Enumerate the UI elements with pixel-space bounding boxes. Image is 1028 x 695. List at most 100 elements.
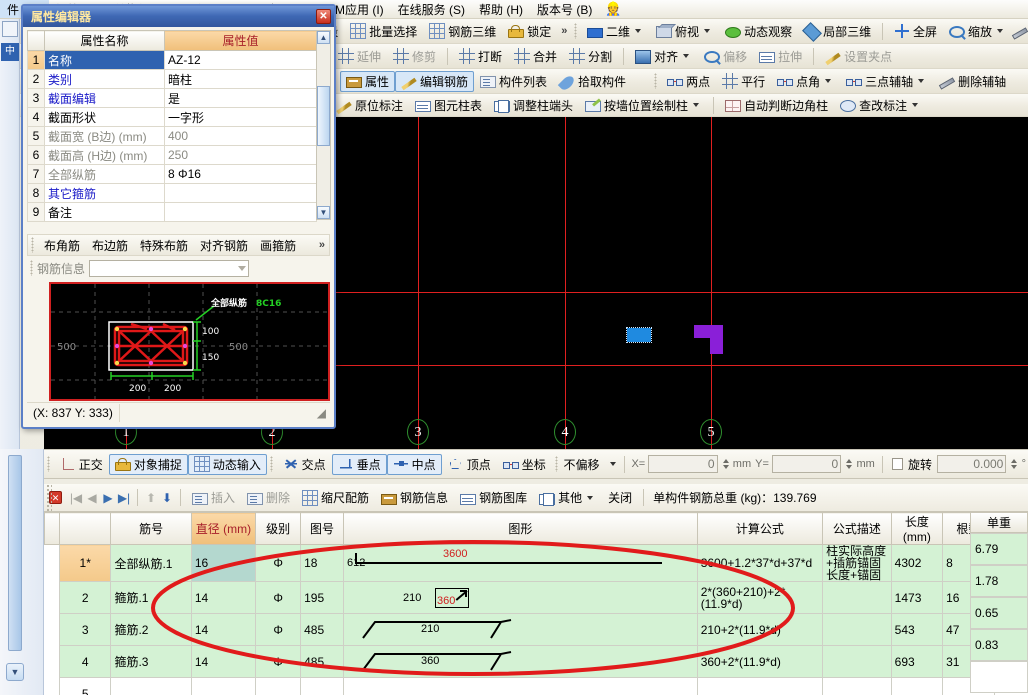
col-formula[interactable]: 计算公式 [696,512,824,545]
cell-description[interactable] [822,613,892,646]
cell-diameter[interactable]: 14 [190,645,257,678]
rebar-info-button[interactable]: 钢筋信息 [375,487,454,508]
row-number[interactable]: 4 [58,645,112,678]
property-key[interactable]: 截面形状 [44,107,165,127]
toolbar-batch-select[interactable]: 批量选择 [344,21,423,42]
x-stepper[interactable] [721,455,731,473]
property-key[interactable]: 截面宽 (B边) (mm) [44,126,165,146]
rebar-other-button[interactable]: 其他 [533,487,602,508]
axis-bubble[interactable]: 3 [407,419,429,445]
chevron-down-icon[interactable]: ▼ [6,663,24,681]
toolbar-zoom[interactable]: 缩放 [943,21,1012,42]
toolbar-set-grip[interactable]: 设置夹点 [819,46,898,67]
toolbar-extend[interactable]: 延伸 [332,46,387,67]
cell-shape[interactable]: 612 3600 [342,544,698,582]
resize-grip-icon[interactable]: ◢ [317,406,330,420]
cell-unit-weight[interactable]: 1.78 [970,565,1028,597]
table-row[interactable]: 3 箍筋.2 14 Φ 485 210 210+2*(11.9*d) 543 4… [44,613,1028,646]
toolbar-two-point[interactable]: 两点 [661,71,716,92]
cell-formula[interactable]: 2*(360+210)+2*(11.9*d) [696,581,824,614]
cell-bar-number[interactable]: 全部纵筋.1 [110,544,192,582]
property-row[interactable]: 6 截面高 (H边) (mm) 250 [27,145,317,165]
snap-dynamic-input[interactable]: 动态输入 [187,453,267,475]
toolbar-adjust-column-end[interactable]: 调整柱端头 [488,95,579,116]
left-nav-strip[interactable]: 中 [0,19,20,449]
cell-figure-no[interactable]: 485 [300,613,344,646]
cell-formula[interactable]: 360+2*(11.9*d) [696,645,824,678]
toolbar-element-column-table[interactable]: 图元柱表 [409,95,488,116]
last-record-icon[interactable]: ▶| [116,491,132,505]
y-input[interactable]: 0 [771,455,842,473]
toolbar-fullscreen[interactable]: 全屏 [888,21,943,42]
snap-vertex[interactable]: 顶点 [442,454,497,475]
property-value[interactable]: AZ-12 [164,50,317,70]
toolbar-split[interactable]: 分割 [563,46,618,67]
toolbar-in-situ-annotation[interactable]: 原位标注 [330,95,409,116]
cell-unit-weight[interactable]: 6.79 [970,533,1028,565]
cell-description[interactable] [822,645,892,678]
chevron-down-icon[interactable] [238,265,247,271]
toolbar-auto-corner-column[interactable]: 自动判断边角柱 [719,95,834,116]
row-number[interactable]: 1* [58,544,112,582]
cell-figure-no[interactable]: 18 [300,544,344,582]
menu-item-6[interactable]: 在线服务 (S) [391,0,472,18]
toolbar-offset[interactable]: 偏移 [698,46,753,67]
toolbar-parallel[interactable]: 平行 [716,71,771,92]
cell-length[interactable] [890,677,944,695]
property-row[interactable]: 8 其它箍筋 [27,183,317,203]
property-col-value[interactable]: 属性值 [164,30,317,51]
cell-formula[interactable]: 3600+1.2*37*d+37*d [696,544,824,582]
snap-perpendicular[interactable]: 垂点 [331,453,387,475]
cell-length[interactable]: 543 [890,613,944,646]
toolbar-draw-column-by-wall[interactable]: 按墙位置绘制柱 [579,95,708,116]
rebar-tool-tabs[interactable]: 布角筋 布边筋 特殊布筋 对齐钢筋 画箍筋 » [27,234,330,256]
snap-midpoint[interactable]: 中点 [386,453,442,475]
property-row[interactable]: 4 截面形状 一字形 [27,107,317,127]
property-value[interactable]: 8 Φ16 [164,164,317,184]
axis-bubble[interactable]: 4 [554,419,576,445]
col-grade[interactable]: 级别 [255,512,302,545]
left-scroll-column[interactable]: ▼ [0,449,44,695]
toolbar-check-edit-annotation[interactable]: 查改标注 [834,95,927,116]
cell-length[interactable]: 4302 [890,544,944,582]
rebar-library-button[interactable]: 钢筋图库 [454,487,533,508]
table-row[interactable]: 1* 全部纵筋.1 16 Φ 18 612 3600 3600+1.2*37*d… [44,544,1028,582]
toolbar-delete-axis[interactable]: 删除辅轴 [933,71,1012,92]
property-row[interactable]: 7 全部纵筋 8 Φ16 [27,164,317,184]
cell-diameter[interactable]: 14 [190,581,257,614]
cell-shape[interactable]: 210 [342,613,698,646]
user-avatar-icon[interactable]: 👷 [599,1,621,17]
column-element[interactable] [710,325,723,354]
scroll-up-icon[interactable]: ▲ [317,31,330,44]
close-window-icon[interactable]: ✕ [316,9,331,24]
property-value[interactable]: 250 [164,145,317,165]
property-key[interactable]: 截面编辑 [44,88,165,108]
cell-figure-no[interactable]: 485 [300,645,344,678]
chevron-down-icon[interactable] [683,54,690,58]
snap-ortho[interactable]: 正交 [54,454,109,475]
left-scrollbar-thumb[interactable] [8,455,22,651]
chevron-down-icon[interactable] [693,103,700,107]
chevron-down-icon[interactable] [997,29,1003,33]
property-value[interactable]: 400 [164,126,317,146]
toolbar-view-2d[interactable]: 二维 [581,21,650,42]
cell-length[interactable]: 1473 [890,581,944,614]
next-record-icon[interactable]: ▶ [100,491,116,505]
property-col-name[interactable]: 属性名称 [44,30,165,51]
toolbar-lock[interactable]: 锁定 [502,21,557,42]
paint-icon[interactable] [1011,27,1028,40]
row-number[interactable]: 5 [58,677,112,695]
cell-unit-weight[interactable]: 0.65 [970,597,1028,629]
toolbar-stretch[interactable]: 拉伸 [753,46,808,67]
x-input[interactable]: 0 [648,455,718,473]
toolbar-align[interactable]: 对齐 [629,46,698,67]
toolbar-overflow-icon[interactable]: » [557,25,571,37]
property-value[interactable]: 是 [164,88,317,108]
chevron-down-icon[interactable] [704,29,711,33]
property-row[interactable]: 5 截面宽 (B边) (mm) 400 [27,126,317,146]
toolbar-break[interactable]: 打断 [453,46,508,67]
property-key[interactable]: 备注 [44,202,165,222]
cell-shape[interactable] [342,677,698,695]
property-key[interactable]: 截面高 (H边) (mm) [44,145,165,165]
rebar-info-row[interactable]: 钢筋信息 [27,258,330,278]
